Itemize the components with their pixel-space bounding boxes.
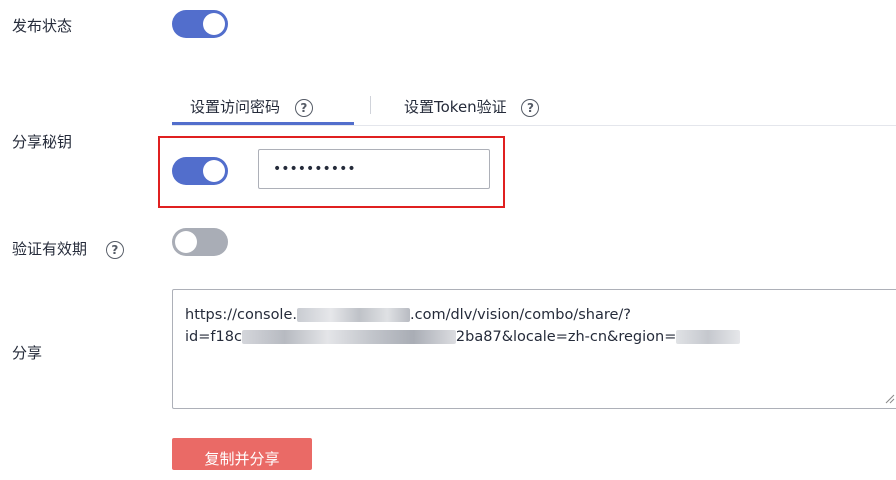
url-line2-start: id=f18c (185, 329, 242, 345)
help-icon[interactable]: ? (521, 98, 540, 117)
tab-token-verify[interactable]: 设置Token验证 ? (404, 96, 540, 117)
url-line1-start: https://console. (185, 307, 297, 323)
validity-label: 验证有效期 ? (12, 238, 124, 259)
tab-access-password[interactable]: 设置访问密码 ? (190, 96, 313, 117)
url-line2-mid: 2ba87&locale=zh-cn&region= (455, 329, 677, 345)
copy-and-share-button[interactable]: 复制并分享 (172, 438, 312, 470)
resize-handle-icon[interactable] (885, 394, 895, 404)
redacted-block (241, 330, 456, 344)
password-value: •••••••••• (273, 161, 356, 177)
tab-access-password-label: 设置访问密码 (190, 98, 281, 116)
validity-label-text: 验证有效期 (12, 240, 88, 258)
tab-token-verify-label: 设置Token验证 (404, 98, 507, 116)
validity-toggle[interactable] (172, 228, 228, 256)
publish-status-label: 发布状态 (12, 17, 73, 35)
redacted-block (297, 308, 410, 322)
publish-status-toggle[interactable] (172, 10, 228, 38)
toggle-knob (203, 160, 225, 182)
share-url-textarea[interactable]: https://console. .com/dlv/vision/combo/sh… (172, 289, 896, 409)
url-line1-end: .com/dlv/vision/combo/share/? (410, 307, 632, 323)
share-key-label: 分享秘钥 (12, 133, 73, 151)
help-icon[interactable]: ? (105, 240, 124, 259)
tabs-baseline (172, 125, 896, 126)
tab-divider (370, 96, 371, 114)
redacted-block (676, 330, 741, 344)
share-url-line-2: id=f18c 2ba87&locale=zh-cn&region= (185, 326, 889, 348)
password-input[interactable]: •••••••••• (258, 149, 490, 189)
help-icon[interactable]: ? (294, 98, 313, 117)
copy-and-share-label: 复制并分享 (204, 450, 280, 468)
share-label: 分享 (12, 344, 43, 362)
share-url-line-1: https://console. .com/dlv/vision/combo/sh… (185, 304, 889, 326)
share-key-toggle[interactable] (172, 157, 228, 185)
toggle-knob (175, 231, 197, 253)
toggle-knob (203, 13, 225, 35)
